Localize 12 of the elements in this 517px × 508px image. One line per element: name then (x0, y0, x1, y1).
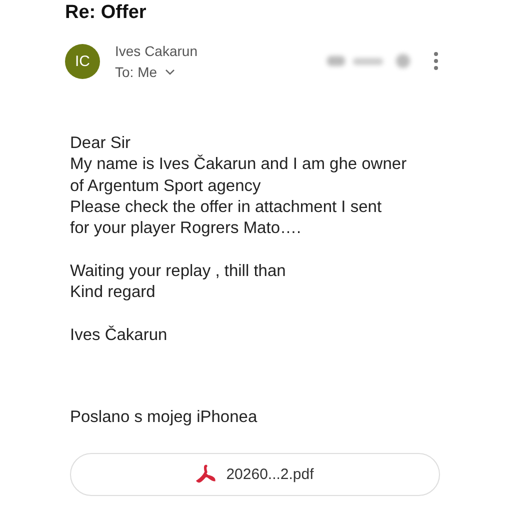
recipient-toggle[interactable]: To: Me (115, 64, 198, 80)
chevron-down-icon (165, 68, 176, 74)
email-signature: Poslano s mojeg iPhonea (70, 408, 258, 427)
sender-name: Ives Cakarun (115, 42, 198, 58)
more-options-icon[interactable] (433, 51, 439, 71)
email-subject: Re: Offer (65, 1, 148, 25)
pdf-icon (196, 464, 216, 484)
avatar: IC (65, 44, 100, 78)
attachment-button[interactable]: 20260...2.pdf (70, 452, 440, 496)
body-paragraph: Ives Čakarun (70, 324, 168, 346)
body-paragraph: Waiting your replay , thill than Kind regard (70, 260, 287, 304)
body-paragraph: Dear Sir My name is Ives Čakarun and I am ghe owner of Argentum Sport agency Please check the offer in attachment I sent for your player Rogrers Mato…. (70, 133, 408, 240)
